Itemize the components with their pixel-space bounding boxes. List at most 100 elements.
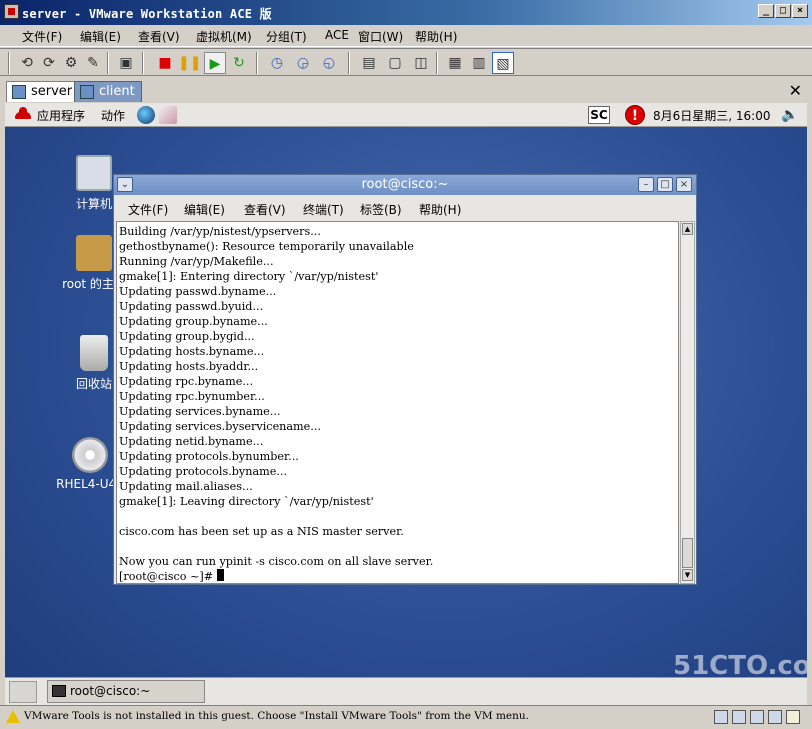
terminal-title: root@cisco:~: [361, 177, 449, 192]
terminal-close-button[interactable]: ×: [676, 177, 692, 192]
terminal-cursor: [216, 569, 224, 581]
vmware-menubar: 文件(F) 编辑(E) 查看(V) 虚拟机(M) 分组(T) ACE 窗口(W)…: [0, 25, 812, 47]
minimize-button[interactable]: _: [758, 4, 774, 18]
terminal-line: Updating mail.aliases...: [119, 480, 253, 493]
actions-menu[interactable]: 动作: [101, 107, 125, 124]
message-icon[interactable]: [786, 710, 800, 724]
menu-help[interactable]: 帮助(H): [415, 28, 457, 45]
vmware-titlebar: server - VMware Workstation ACE 版 _ □ ×: [0, 0, 812, 25]
view-summary-icon[interactable]: ▥: [468, 52, 490, 74]
keyboard-indicator[interactable]: SC: [588, 106, 610, 124]
terminal-line: Updating protocols.bynumber...: [119, 450, 299, 463]
menu-file[interactable]: 文件(F): [22, 28, 62, 45]
usb-icon[interactable]: [750, 710, 764, 724]
home-folder-icon: [76, 235, 112, 271]
terminal-prompt-line: [root@cisco ~]#: [119, 569, 678, 583]
scroll-down-icon[interactable]: ▼: [682, 569, 693, 581]
network-icon[interactable]: [732, 710, 746, 724]
terminal-menu-file[interactable]: 文件(F): [128, 201, 168, 218]
scroll-up-icon[interactable]: ▲: [682, 223, 693, 235]
terminal-line: Updating rpc.byname...: [119, 375, 254, 388]
vmware-app-icon: [4, 4, 19, 19]
view-quickswitch-icon[interactable]: ◫: [410, 52, 432, 74]
menu-team[interactable]: 分组(T): [266, 28, 307, 45]
terminal-scrollbar[interactable]: ▲ ▼: [680, 221, 695, 584]
hdd-icon[interactable]: [714, 710, 728, 724]
snapshot4-icon[interactable]: ◵: [318, 52, 340, 74]
menu-ace[interactable]: ACE: [325, 28, 349, 42]
terminal-line: Updating hosts.byaddr...: [119, 360, 259, 373]
mail-icon[interactable]: [159, 106, 177, 124]
terminal-menu-edit[interactable]: 编辑(E): [184, 201, 225, 218]
terminal-line: Updating passwd.byuid...: [119, 300, 264, 313]
volume-icon[interactable]: 🔈: [781, 107, 798, 123]
toolbar-separator: [8, 52, 10, 74]
maximize-button[interactable]: □: [775, 4, 791, 18]
terminal-titlebar[interactable]: ⌄ root@cisco:~ – □ ×: [114, 175, 696, 195]
terminal-line: Updating group.byname...: [119, 315, 268, 328]
gnome-top-panel: 应用程序 动作 SC ! 8月6日星期三, 16:00 🔈: [5, 103, 807, 127]
toolbar-separator: [436, 52, 438, 74]
update-alert-icon[interactable]: !: [625, 105, 645, 125]
pause-icon[interactable]: ❚❚: [178, 52, 201, 74]
view-active-icon[interactable]: ▧: [492, 52, 514, 74]
snapshot-icon[interactable]: ⟲: [16, 52, 38, 74]
toolbar-separator: [107, 52, 109, 74]
menu-edit[interactable]: 编辑(E): [80, 28, 121, 45]
gnome-bottom-panel: root@cisco:~: [5, 677, 807, 705]
view-fullscreen-icon[interactable]: ▢: [384, 52, 406, 74]
view-sidebar-icon[interactable]: ▤: [358, 52, 380, 74]
terminal-window[interactable]: ⌄ root@cisco:~ – □ × 文件(F) 编辑(E) 查看(V) 终…: [113, 174, 697, 585]
terminal-minimize-button[interactable]: –: [638, 177, 654, 192]
terminal-output: Building /var/yp/nistest/ypservers... get…: [117, 222, 678, 583]
terminal-line: gmake[1]: Leaving directory `/var/yp/nis…: [119, 495, 374, 508]
tab-server[interactable]: server: [6, 81, 80, 102]
snapshot2-icon[interactable]: ◷: [266, 52, 288, 74]
terminal-line: Building /var/yp/nistest/ypservers...: [119, 225, 321, 238]
view-console-icon[interactable]: ▦: [444, 52, 466, 74]
terminal-line: Now you can run ypinit -s cisco.com on a…: [119, 555, 434, 568]
take-snapshot-icon[interactable]: ✎: [82, 52, 104, 74]
terminal-line: Updating rpc.bynumber...: [119, 390, 265, 403]
terminal-body[interactable]: Building /var/yp/nistest/ypservers... get…: [116, 221, 679, 584]
show-desktop-icon[interactable]: [9, 681, 37, 703]
terminal-menu-tabs[interactable]: 标签(B): [360, 201, 402, 218]
menu-view[interactable]: 查看(V): [138, 28, 180, 45]
fullscreen-icon[interactable]: ▣: [115, 52, 137, 74]
terminal-menu-view[interactable]: 查看(V): [244, 201, 286, 218]
applications-menu[interactable]: 应用程序: [37, 107, 85, 124]
revert-icon[interactable]: ⟳: [38, 52, 60, 74]
sound-icon[interactable]: [768, 710, 782, 724]
taskbar-item-label: root@cisco:~: [70, 684, 151, 698]
web-browser-icon[interactable]: [137, 106, 155, 124]
terminal-menu-help[interactable]: 帮助(H): [419, 201, 461, 218]
toolbar-separator: [142, 52, 144, 74]
play-icon[interactable]: ▶: [204, 52, 226, 74]
menu-window[interactable]: 窗口(W): [358, 28, 403, 45]
tab-label: client: [99, 84, 135, 99]
terminal-menu-terminal[interactable]: 终端(T): [303, 201, 344, 218]
scroll-thumb[interactable]: [682, 538, 693, 568]
terminal-line: Updating group.bygid...: [119, 330, 255, 343]
terminal-prompt: [root@cisco ~]#: [119, 570, 217, 583]
redhat-icon[interactable]: [13, 107, 33, 121]
toolbar-separator: [348, 52, 350, 74]
cdrom-icon: [72, 437, 108, 473]
clock[interactable]: 8月6日星期三, 16:00: [653, 107, 770, 124]
tab-client[interactable]: client: [74, 81, 142, 102]
stop-icon[interactable]: ■: [154, 52, 176, 74]
terminal-menubar: 文件(F) 编辑(E) 查看(V) 终端(T) 标签(B) 帮助(H): [114, 197, 696, 219]
menu-vm[interactable]: 虚拟机(M): [196, 28, 252, 45]
close-tab-icon[interactable]: ✕: [789, 81, 802, 100]
close-button[interactable]: ×: [792, 4, 808, 18]
snapshot-manager-icon[interactable]: ⚙: [60, 52, 82, 74]
reset-icon[interactable]: ↻: [228, 52, 250, 74]
terminal-icon: [52, 685, 66, 697]
terminal-maximize-button[interactable]: □: [657, 177, 673, 192]
terminal-line: Running /var/yp/Makefile...: [119, 255, 274, 268]
tab-label: server: [31, 84, 73, 99]
snapshot3-icon[interactable]: ◶: [292, 52, 314, 74]
taskbar-item-terminal[interactable]: root@cisco:~: [47, 680, 205, 703]
terminal-line: Updating services.byservicename...: [119, 420, 321, 433]
